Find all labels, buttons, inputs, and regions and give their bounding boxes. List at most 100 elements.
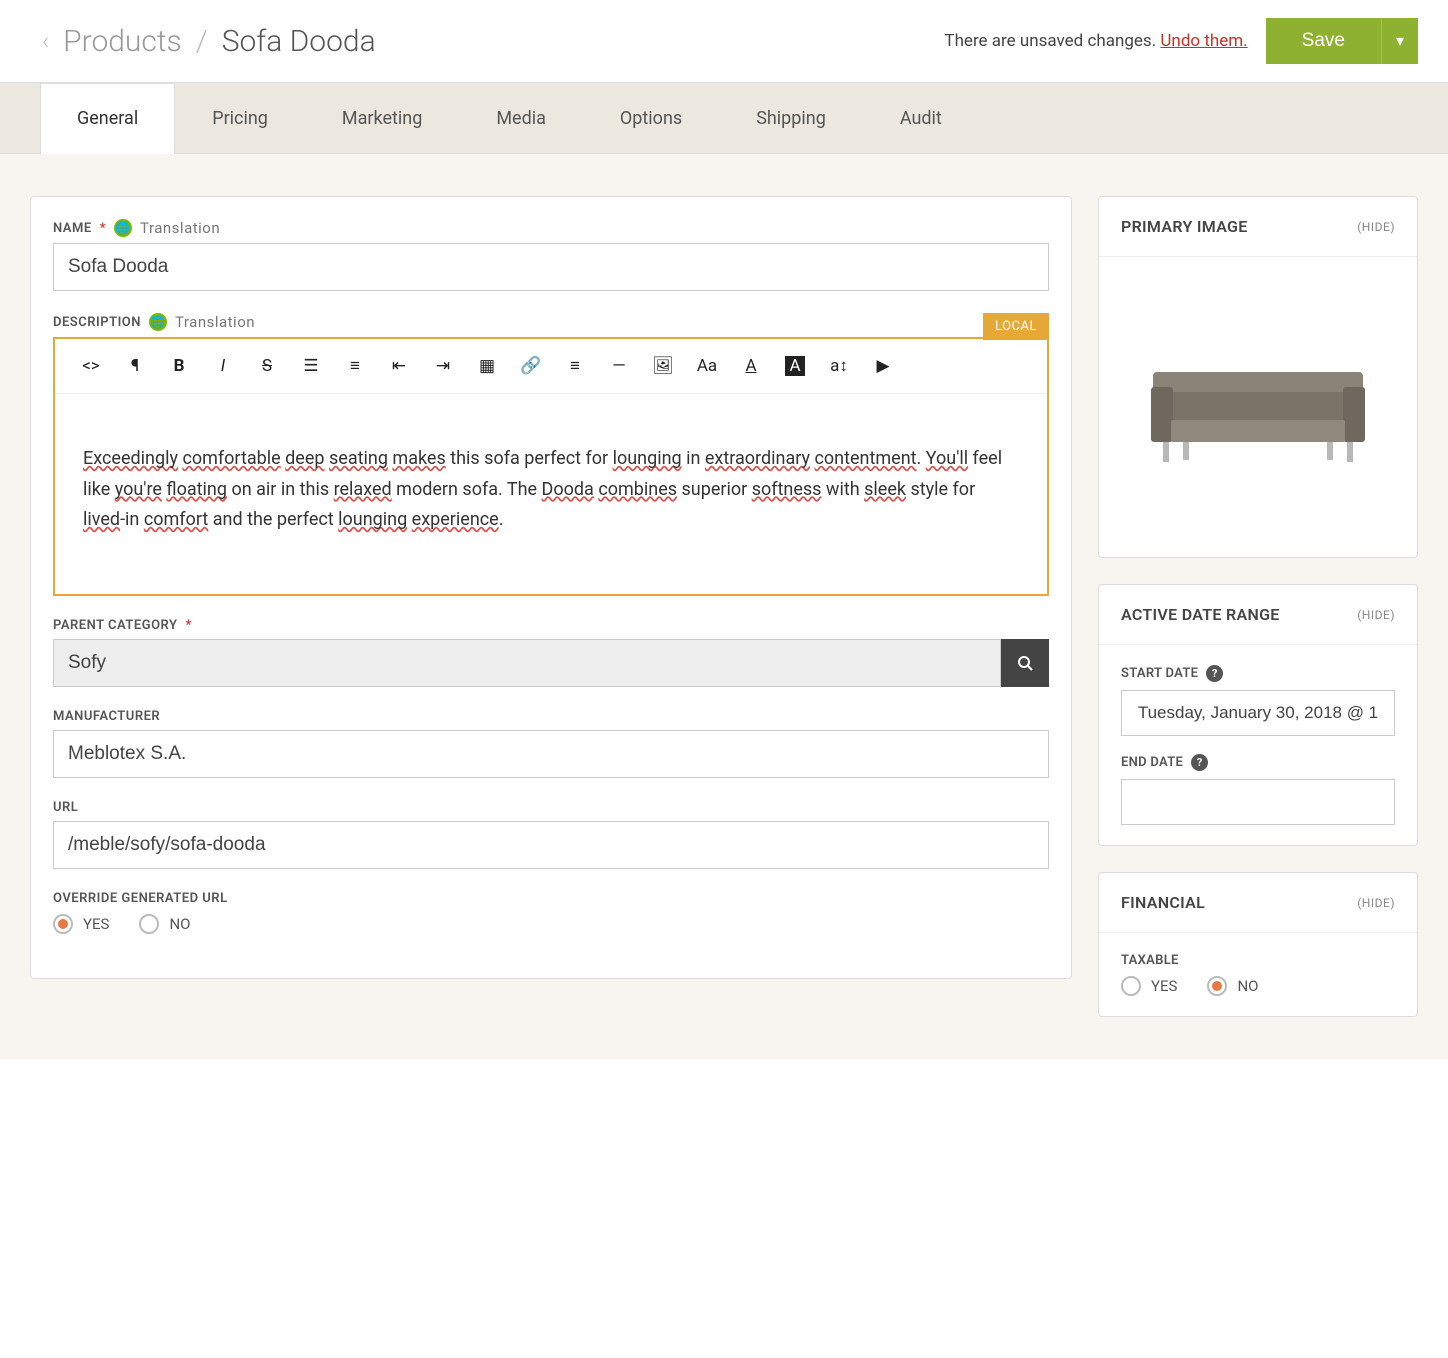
override-url-radio-group: YES NO [53,914,1049,934]
radio-icon [1207,976,1227,996]
override-url-yes-label: YES [83,915,109,933]
parent-category-search-button[interactable] [1001,639,1049,687]
unsaved-notice: There are unsaved changes. Undo them. [944,31,1247,51]
indent-icon[interactable]: ⇥ [421,349,465,383]
financial-hide-link[interactable]: (HIDE) [1357,896,1395,910]
taxable-yes[interactable]: YES [1121,976,1177,996]
tab-pricing[interactable]: Pricing [175,83,305,153]
globe-icon[interactable]: 🌐 [149,313,167,331]
help-icon[interactable]: ? [1191,754,1208,771]
manufacturer-field: MANUFACTURER [53,709,1049,778]
image-icon[interactable]: 🖼 [641,349,685,383]
horizontal-rule-icon[interactable]: — [597,349,641,383]
taxable-no[interactable]: NO [1207,976,1258,996]
topbar-actions: There are unsaved changes. Undo them. Sa… [944,18,1418,64]
search-icon [1017,655,1033,671]
unordered-list-icon[interactable]: ☰ [289,349,333,383]
taxable-no-label: NO [1237,977,1258,995]
name-input[interactable] [53,243,1049,291]
strikethrough-icon[interactable]: S [245,349,289,383]
radio-icon [1121,976,1141,996]
override-url-no-label: NO [169,915,190,933]
active-date-range-hide-link[interactable]: (HIDE) [1357,608,1395,622]
url-input[interactable] [53,821,1049,869]
tab-general[interactable]: General [40,83,175,154]
primary-image-body[interactable] [1099,257,1417,557]
main-panel: NAME * 🌐 Translation DESCRIPTION 🌐 Trans… [30,196,1072,979]
tab-shipping[interactable]: Shipping [719,83,863,153]
start-date-label-text: START DATE [1121,666,1198,681]
paragraph-icon[interactable]: ¶ [113,349,157,383]
save-dropdown-button[interactable]: ▾ [1381,18,1418,64]
taxable-radio-group: YES NO [1121,976,1395,996]
breadcrumb: ‹ Products / Sofa Dooda [42,24,376,59]
url-label: URL [53,800,1049,815]
tab-marketing[interactable]: Marketing [305,83,459,153]
primary-image-title: PRIMARY IMAGE [1121,217,1248,236]
translation-link[interactable]: Translation [140,219,220,237]
text-size-icon[interactable]: Aa [685,349,729,383]
workspace: NAME * 🌐 Translation DESCRIPTION 🌐 Trans… [0,154,1448,1059]
start-date-input[interactable] [1121,690,1395,736]
description-field: DESCRIPTION 🌐 Translation LOCAL <> ¶ B I… [53,313,1049,596]
globe-icon[interactable]: 🌐 [114,219,132,237]
description-editor-body[interactable]: Exceedingly comfortable deep seating mak… [55,394,1047,594]
required-icon: * [186,618,192,633]
text-color-icon[interactable]: A [729,349,773,383]
parent-category-input[interactable] [53,639,1001,687]
caret-down-icon: ▾ [1396,33,1404,50]
taxable-label-text: TAXABLE [1121,953,1179,968]
table-icon[interactable]: ▦ [465,349,509,383]
description-label-text: DESCRIPTION [53,315,141,330]
sofa-image [1133,332,1383,482]
parent-category-label: PARENT CATEGORY * [53,618,1049,633]
url-field: URL [53,800,1049,869]
bold-icon[interactable]: B [157,349,201,383]
tab-audit[interactable]: Audit [863,83,979,153]
breadcrumb-parent[interactable]: Products [63,24,182,59]
manufacturer-label-text: MANUFACTURER [53,709,160,724]
active-date-range-body: START DATE ? END DATE ? [1099,645,1417,845]
url-label-text: URL [53,800,78,815]
radio-icon [139,914,159,934]
manufacturer-input[interactable] [53,730,1049,778]
unsaved-text: There are unsaved changes. [944,31,1156,51]
name-label: NAME * 🌐 Translation [53,219,1049,237]
undo-link[interactable]: Undo them. [1160,31,1247,51]
video-icon[interactable]: ▶ [861,349,905,383]
help-icon[interactable]: ? [1206,665,1223,682]
primary-image-card: PRIMARY IMAGE (HIDE) [1098,196,1418,558]
breadcrumb-separator: / [196,24,208,59]
primary-image-hide-link[interactable]: (HIDE) [1357,220,1395,234]
parent-category-label-text: PARENT CATEGORY [53,618,178,633]
back-chevron-icon[interactable]: ‹ [42,27,49,55]
rich-text-editor: <> ¶ B I S ☰ ≡ ⇤ ⇥ ▦ 🔗 ≡ — 🖼 Aa A A [53,337,1049,596]
primary-image-header: PRIMARY IMAGE (HIDE) [1099,197,1417,257]
manufacturer-label: MANUFACTURER [53,709,1049,724]
end-date-label-text: END DATE [1121,755,1183,770]
line-height-icon[interactable]: a↕ [817,349,861,383]
save-button-group: Save ▾ [1266,18,1418,64]
outdent-icon[interactable]: ⇤ [377,349,421,383]
link-icon[interactable]: 🔗 [509,349,553,383]
tab-options[interactable]: Options [583,83,719,153]
override-url-yes[interactable]: YES [53,914,109,934]
parent-category-lookup [53,639,1049,687]
translation-link[interactable]: Translation [175,313,255,331]
code-view-icon[interactable]: <> [69,349,113,383]
financial-header: FINANCIAL (HIDE) [1099,873,1417,933]
align-icon[interactable]: ≡ [553,349,597,383]
italic-icon[interactable]: I [201,349,245,383]
required-icon: * [100,221,106,236]
override-url-no[interactable]: NO [139,914,190,934]
background-color-icon[interactable]: A [785,356,805,376]
parent-category-field: PARENT CATEGORY * [53,618,1049,687]
save-button[interactable]: Save [1266,18,1381,64]
radio-icon [53,914,73,934]
end-date-input[interactable] [1121,779,1395,825]
ordered-list-icon[interactable]: ≡ [333,349,377,383]
description-label: DESCRIPTION 🌐 Translation [53,313,1049,331]
override-url-field: OVERRIDE GENERATED URL YES NO [53,891,1049,934]
tab-media[interactable]: Media [459,83,583,153]
name-field: NAME * 🌐 Translation [53,219,1049,291]
